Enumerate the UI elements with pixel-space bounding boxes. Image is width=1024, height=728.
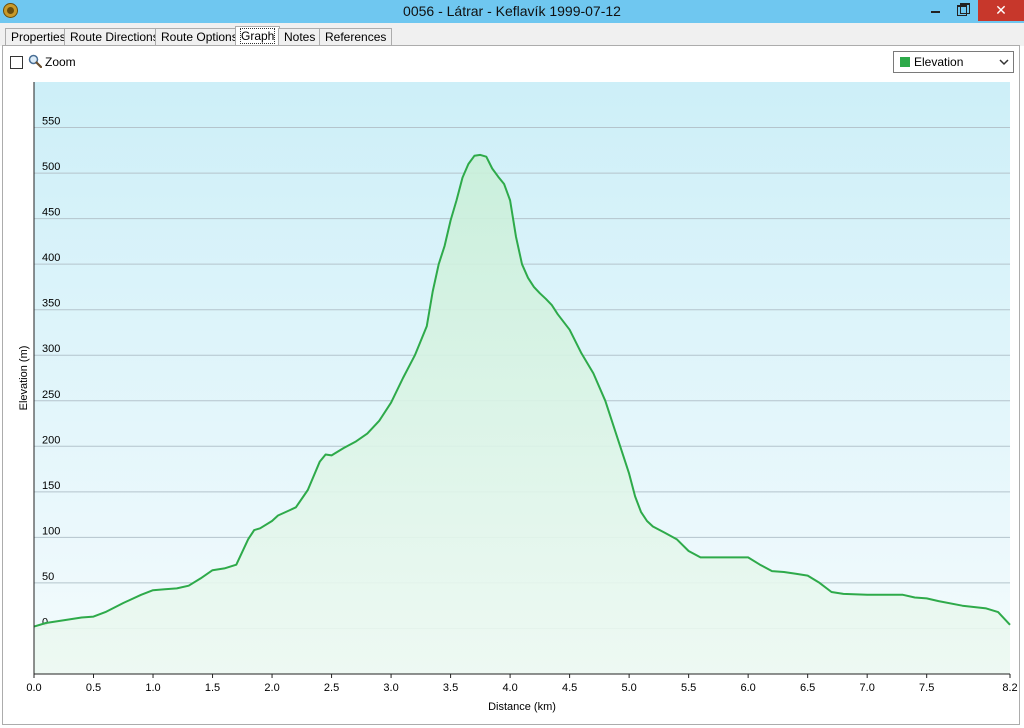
- tab-graph[interactable]: Graph: [235, 26, 281, 46]
- restore-icon[interactable]: [948, 0, 976, 21]
- x-tick-label: 6.0: [740, 682, 755, 694]
- tab-route-options[interactable]: Route Options: [155, 28, 244, 45]
- x-tick-label: 4.0: [502, 682, 517, 694]
- y-tick-label: 400: [42, 252, 60, 264]
- x-tick-label: 2.5: [324, 682, 339, 694]
- tab-references[interactable]: References: [319, 28, 393, 45]
- zoom-label: Zoom: [45, 55, 76, 69]
- x-axis-title: Distance (km): [488, 701, 556, 713]
- tab-properties[interactable]: Properties: [5, 28, 72, 45]
- y-axis-title: Elevation (m): [18, 346, 30, 411]
- tab-notes[interactable]: Notes: [278, 28, 322, 45]
- x-tick-label: 6.5: [800, 682, 815, 694]
- x-tick-label: 7.5: [919, 682, 934, 694]
- y-tick-label: 500: [42, 161, 60, 173]
- y-tick-label: 50: [42, 571, 54, 583]
- x-tick-label: 5.5: [681, 682, 696, 694]
- x-tick-label: 8.2: [1002, 682, 1017, 694]
- x-tick-label: 3.5: [443, 682, 458, 694]
- y-tick-label: 150: [42, 480, 60, 492]
- tab-strip: Properties Route Directions Route Option…: [0, 23, 1024, 46]
- chevron-down-icon: [999, 59, 1009, 66]
- close-icon: ✕: [995, 2, 1007, 18]
- x-tick-label: 1.5: [205, 682, 220, 694]
- y-tick-label: 550: [42, 116, 60, 128]
- window-title: 0056 - Látrar - Keflavík 1999-07-12: [403, 3, 621, 19]
- x-tick-label: 2.0: [264, 682, 279, 694]
- series-select[interactable]: Elevation: [893, 51, 1014, 73]
- x-tick-label: 5.0: [621, 682, 636, 694]
- zoom-checkbox[interactable]: [10, 56, 23, 69]
- x-tick-label: 0.0: [26, 682, 41, 694]
- x-tick-label: 1.0: [145, 682, 160, 694]
- tab-route-directions[interactable]: Route Directions: [64, 28, 165, 45]
- x-tick-label: 3.0: [383, 682, 398, 694]
- y-tick-label: 250: [42, 389, 60, 401]
- magnifier-icon: [28, 54, 42, 68]
- series-color-swatch: [900, 57, 910, 67]
- close-button[interactable]: ✕: [978, 0, 1024, 21]
- y-tick-label: 100: [42, 525, 60, 537]
- y-tick-label: 200: [42, 434, 60, 446]
- x-tick-label: 0.5: [86, 682, 101, 694]
- y-tick-label: 450: [42, 207, 60, 219]
- y-tick-label: 350: [42, 298, 60, 310]
- series-select-value: Elevation: [914, 55, 964, 69]
- title-bar: 0056 - Látrar - Keflavík 1999-07-12 ✕: [0, 0, 1024, 23]
- elevation-chart[interactable]: 0501001502002503003504004505005500.0 0.5 1…: [0, 76, 1024, 716]
- y-tick-label: 300: [42, 343, 60, 355]
- x-tick-label: 7.0: [860, 682, 875, 694]
- minimize-icon[interactable]: [920, 0, 950, 21]
- x-tick-label: 4.5: [562, 682, 577, 694]
